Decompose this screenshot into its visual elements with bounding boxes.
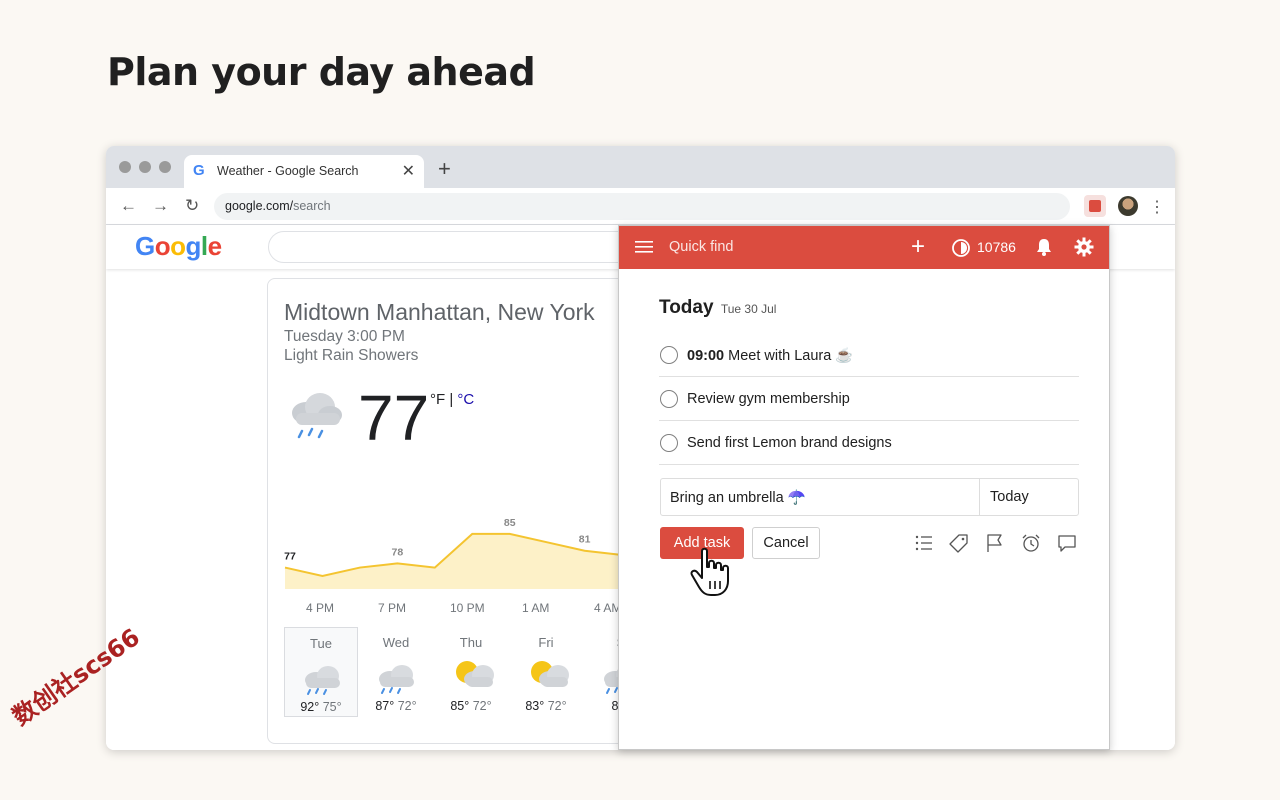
hour-tick-label: 10 PM [450, 601, 485, 615]
google-logo-letter: e [207, 231, 222, 261]
window-dot-icon[interactable] [139, 161, 151, 173]
task-checkbox[interactable] [660, 346, 678, 364]
hour-tick-label: 7 PM [378, 601, 407, 615]
forecast-high: 85° [450, 699, 470, 713]
back-arrow-icon[interactable]: ← [120, 196, 137, 216]
avatar[interactable] [1118, 196, 1138, 216]
today-heading: Today Tue 30 Jul [659, 297, 776, 319]
todoist-extension-icon[interactable] [1084, 195, 1106, 217]
window-dot-icon[interactable] [119, 161, 131, 173]
page-headline: Plan your day ahead [107, 50, 536, 94]
forecast-day-name: Tue [310, 636, 332, 651]
google-logo-letter: g [185, 231, 202, 261]
karma-icon[interactable] [951, 238, 971, 258]
url-path: search [293, 199, 331, 213]
menu-kebab-icon[interactable]: ⋮ [1149, 197, 1165, 217]
task-input-field[interactable]: Bring an umbrella ☂️ [670, 489, 806, 506]
comment-icon[interactable] [1057, 533, 1077, 553]
hour-tick-label: 4 PM [306, 601, 335, 615]
weather-temperature: 77 [358, 382, 430, 454]
cancel-button[interactable]: Cancel [752, 527, 820, 559]
task-checkbox[interactable] [660, 434, 678, 452]
chart-data-label: 81 [579, 534, 591, 546]
task-item[interactable]: 09:00 Meet with Laura ☕ [659, 333, 1079, 377]
quick-find-input[interactable]: Quick find [669, 239, 733, 255]
rain-cloud-icon [292, 393, 342, 439]
new-tab-button[interactable]: + [438, 156, 451, 182]
weather-condition: Light Rain Showers [284, 347, 419, 364]
tab-title: Weather - Google Search [217, 164, 359, 178]
chart-data-label: 78 [392, 546, 404, 558]
google-logo-letter: G [135, 231, 155, 261]
close-tab-icon[interactable]: ✕ [402, 161, 415, 181]
forecast-day-name: Wed [382, 635, 410, 650]
rain-cloud-icon [298, 656, 346, 701]
url-host: google.com/ [225, 199, 294, 213]
unit-fahrenheit[interactable]: °F [430, 391, 445, 408]
todoist-popup: Quick find + 10786 Today Tue 30 Jul 09:0… [618, 225, 1110, 750]
hand-pointer-cursor-icon [690, 547, 729, 596]
partly-sunny-icon [447, 655, 495, 700]
partly-sunny-icon [522, 655, 570, 700]
forecast-day[interactable]: Fri 83° 72° [509, 627, 583, 717]
browser-toolbar: ← → ↻ google.com/search ⋮ [106, 188, 1175, 225]
add-task-plus-icon[interactable]: + [911, 233, 925, 261]
forecast-low: 75° [319, 700, 342, 714]
weather-time: Tuesday 3:00 PM [284, 328, 405, 345]
address-bar[interactable]: google.com/search [214, 193, 1070, 220]
due-date-value: Today [990, 489, 1029, 505]
forecast-day[interactable]: Wed 87° 72° [359, 627, 433, 717]
google-logo-letter: l [200, 231, 208, 261]
forecast-day[interactable]: Thu 85° 72° [434, 627, 508, 717]
forecast-high: 83° [525, 699, 545, 713]
label-tag-icon[interactable] [949, 533, 969, 553]
google-logo-letter: o [154, 231, 171, 261]
task-time: 09:00 [687, 348, 725, 364]
google-favicon-icon: G [193, 162, 205, 179]
today-date: Tue 30 Jul [720, 302, 777, 316]
forecast-low: 72° [544, 699, 567, 713]
task-text: Send first Lemon brand designs [687, 435, 892, 451]
karma-points[interactable]: 10786 [977, 239, 1016, 255]
forecast-day-name: Fri [538, 635, 554, 650]
task-checkbox[interactable] [660, 390, 678, 408]
weather-location: Midtown Manhattan, New York [284, 299, 595, 325]
window-dot-icon[interactable] [159, 161, 171, 173]
task-text: Meet with Laura ☕ [728, 348, 854, 364]
task-item[interactable]: Review gym membership [659, 377, 1079, 421]
priority-flag-icon[interactable] [985, 533, 1005, 553]
reload-icon[interactable]: ↻ [185, 196, 199, 216]
todoist-topbar: Quick find + 10786 [619, 226, 1109, 269]
today-title: Today [659, 297, 714, 318]
hamburger-menu-icon[interactable] [635, 240, 653, 254]
google-logo-letter: o [170, 231, 186, 261]
project-list-icon[interactable] [914, 533, 934, 553]
chart-data-label: 77 [284, 551, 296, 563]
temperature-unit-toggle[interactable]: °F | °C [430, 391, 474, 408]
rain-cloud-icon [372, 655, 420, 700]
reminder-alarm-icon[interactable] [1021, 533, 1041, 553]
settings-gear-icon[interactable] [1074, 237, 1094, 257]
google-logo[interactable]: Google [135, 231, 222, 262]
forecast-low: 72° [394, 699, 417, 713]
chart-data-label: 85 [504, 517, 516, 529]
hour-tick-label: 1 AM [522, 601, 550, 615]
forward-arrow-icon[interactable]: → [152, 196, 169, 216]
tab-bar: G Weather - Google Search ✕ + [106, 146, 1175, 188]
browser-tab[interactable]: G Weather - Google Search ✕ [184, 155, 424, 188]
unit-separator: | [445, 391, 458, 408]
task-editor[interactable]: Bring an umbrella ☂️ Today [660, 478, 1079, 516]
forecast-day[interactable]: Tue 92° 75° [284, 627, 358, 717]
task-item[interactable]: Send first Lemon brand designs [659, 421, 1079, 465]
forecast-day-name: Thu [459, 635, 483, 650]
unit-celsius[interactable]: °C [457, 391, 474, 408]
task-text: Review gym membership [687, 391, 850, 407]
due-date-field[interactable]: Today [979, 479, 1079, 515]
forecast-high: 92° [300, 700, 320, 714]
forecast-high: 87° [375, 699, 395, 713]
forecast-low: 72° [469, 699, 492, 713]
notifications-bell-icon[interactable] [1035, 237, 1053, 257]
